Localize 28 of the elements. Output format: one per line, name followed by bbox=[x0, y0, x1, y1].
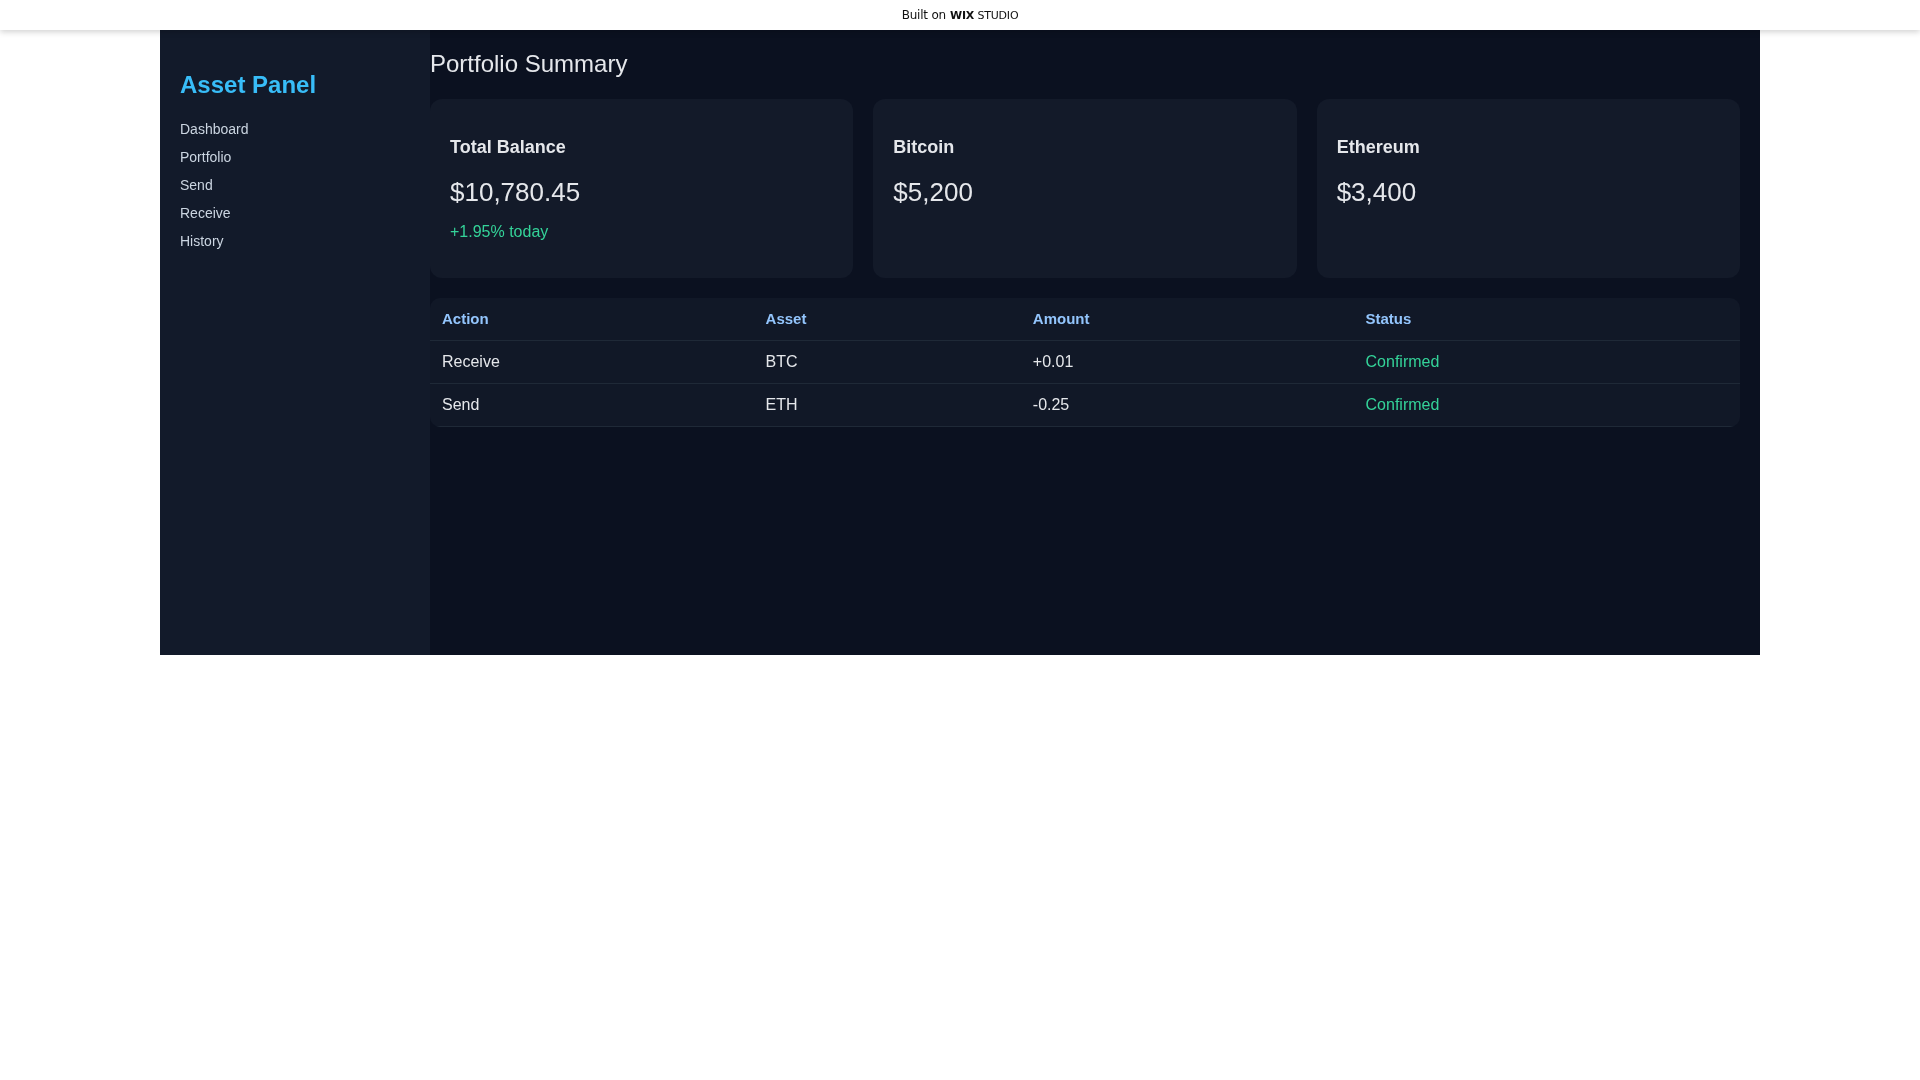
brand-logo-text[interactable]: WIX STUDIO bbox=[950, 8, 1019, 22]
column-header: Amount bbox=[1020, 298, 1354, 341]
table-cell: -0.25 bbox=[1020, 384, 1354, 427]
app-title: Asset Panel bbox=[180, 71, 318, 99]
card-value: $5,200 bbox=[893, 177, 974, 207]
nav-link[interactable]: History bbox=[180, 227, 224, 255]
table-cell: ETH bbox=[753, 384, 1021, 427]
card-title: Ethereum bbox=[1336, 137, 1421, 158]
column-header: Action bbox=[430, 298, 754, 341]
table-cell: BTC bbox=[753, 341, 1021, 384]
card-title: Bitcoin bbox=[893, 137, 956, 158]
card-title: Total Balance bbox=[450, 137, 567, 158]
column-header: Status bbox=[1353, 298, 1740, 341]
column-header: Asset bbox=[753, 298, 1021, 341]
nav-link[interactable]: Receive bbox=[180, 199, 231, 227]
nav-link[interactable]: Send bbox=[180, 171, 213, 199]
table-cell: Send bbox=[430, 384, 754, 427]
nav-link[interactable]: Dashboard bbox=[180, 115, 249, 143]
status-cell: Confirmed bbox=[1353, 341, 1740, 384]
change-text: +1.95% today bbox=[450, 223, 550, 241]
table-cell: Receive bbox=[430, 341, 754, 384]
banner-text: Built on bbox=[901, 8, 946, 22]
nav-link[interactable]: Portfolio bbox=[180, 143, 232, 171]
table-cell: +0.01 bbox=[1020, 341, 1354, 384]
card-value: $3,400 bbox=[1336, 177, 1418, 207]
page-title: Portfolio Summary bbox=[430, 49, 629, 79]
status-cell: Confirmed bbox=[1353, 384, 1740, 427]
card-value: $10,780.45 bbox=[450, 177, 582, 207]
